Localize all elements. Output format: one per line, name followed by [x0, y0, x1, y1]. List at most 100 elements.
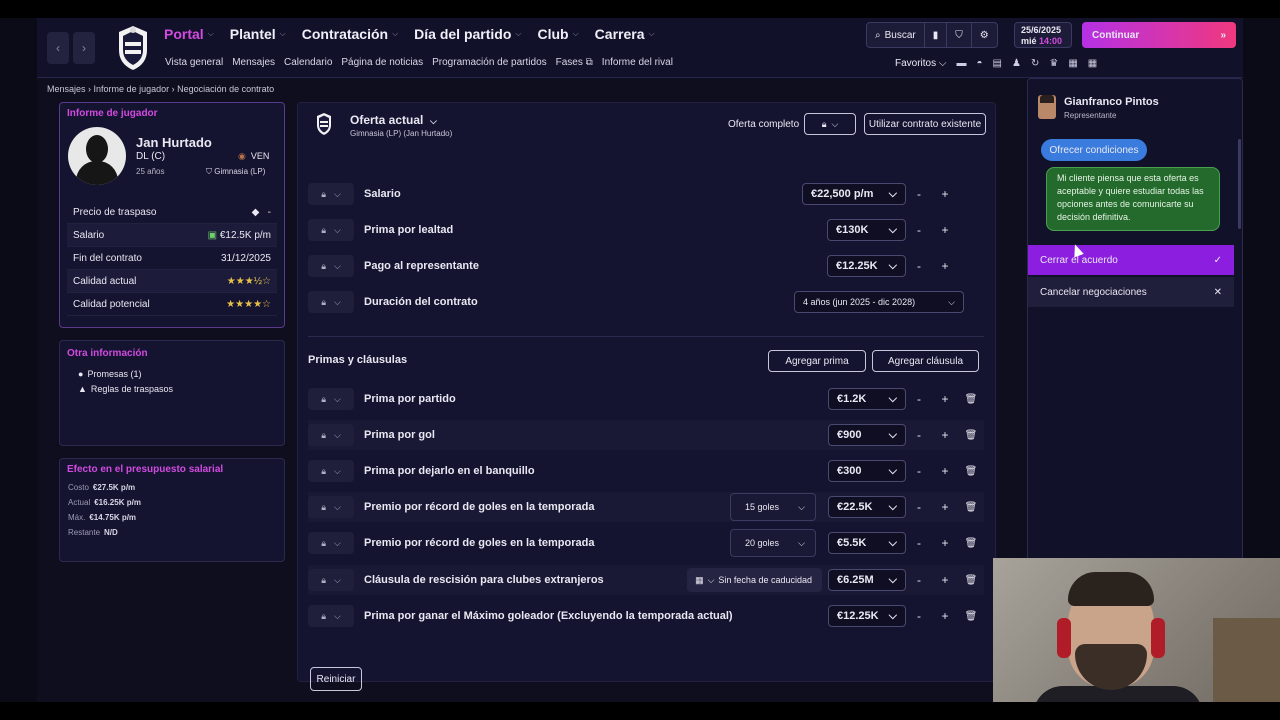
decrease-button[interactable]: - [906, 392, 932, 406]
bonus-value-select[interactable]: €300 ⌵ [828, 460, 906, 482]
decrease-button[interactable]: - [906, 609, 932, 623]
submenu-vista-general[interactable]: Vista general [165, 57, 223, 68]
menu-club[interactable]: Club ⌵ [537, 26, 578, 42]
submenu-calendario[interactable]: Calendario [284, 57, 332, 68]
lock-dropdown[interactable]: 🔒︎ ⌵ [308, 255, 354, 277]
bonus-value-select[interactable]: €1.2K ⌵ [828, 388, 906, 410]
decrease-button[interactable]: - [906, 536, 932, 550]
decrease-button[interactable]: - [906, 223, 932, 237]
salary-value-select[interactable]: €22,500 p/m ⌵ [802, 183, 906, 205]
bookmark-button[interactable]: ▮ [925, 23, 948, 47]
breadcrumb-mensajes[interactable]: Mensajes [47, 84, 86, 94]
decrease-button[interactable]: - [906, 428, 932, 442]
club-button[interactable]: ⛉ [947, 23, 972, 47]
offer-lock-dropdown[interactable]: 🔒︎ ⌵ [804, 113, 856, 135]
duration-select[interactable]: 4 años (jun 2025 - dic 2028) ⌵ [794, 291, 964, 313]
chat-scrollbar[interactable] [1238, 139, 1241, 229]
submenu-mensajes[interactable]: Mensajes [232, 57, 275, 68]
lock-dropdown[interactable]: 🔒︎ ⌵ [308, 291, 354, 313]
breadcrumb-informe[interactable]: Informe de jugador [94, 84, 170, 94]
loyalty-value-select[interactable]: €130K ⌵ [827, 219, 906, 241]
goals-threshold-select[interactable]: 20 goles ⌵ [730, 529, 816, 557]
menu-dia-del-partido[interactable]: Día del partido ⌵ [414, 26, 521, 42]
agent-name[interactable]: Gianfranco Pintos [1064, 96, 1159, 108]
lock-dropdown[interactable]: 🔒︎ ⌵ [308, 605, 354, 627]
increase-button[interactable]: + [932, 536, 958, 550]
submenu-fases[interactable]: Fases ⧉ [556, 57, 593, 68]
forward-button[interactable]: › [73, 32, 95, 64]
delete-bonus-button[interactable]: 🗑︎ [958, 394, 984, 405]
people-icon[interactable]: ♟ [1012, 58, 1021, 69]
menu-portal[interactable]: Portal ⌵ [164, 26, 214, 42]
bonus-value-select[interactable]: €5.5K ⌵ [828, 532, 906, 554]
delete-bonus-button[interactable]: 🗑︎ [958, 502, 984, 513]
delete-bonus-button[interactable]: 🗑︎ [958, 575, 984, 586]
expiry-date-select[interactable]: ▦ ⌵ Sin fecha de caducidad [687, 568, 822, 592]
lock-dropdown[interactable]: 🔒︎ ⌵ [308, 532, 354, 554]
close-deal-option[interactable]: Cerrar el acuerdo ✓ [1028, 245, 1234, 275]
increase-button[interactable]: + [932, 259, 958, 273]
add-clause-button[interactable]: Agregar cláusula [872, 350, 979, 372]
lock-dropdown[interactable]: 🔒︎ ⌵ [308, 496, 354, 518]
lock-dropdown[interactable]: 🔒︎ ⌵ [308, 569, 354, 591]
settings-button[interactable]: ⚙ [972, 23, 997, 47]
bonus-value-select[interactable]: €12.25K ⌵ [828, 605, 906, 627]
notes-icon[interactable]: ▤ [993, 58, 1002, 69]
chat-icon[interactable]: ▬ [957, 58, 967, 69]
increase-button[interactable]: + [932, 464, 958, 478]
player-avatar[interactable] [68, 127, 126, 185]
bonus-value-select[interactable]: €22.5K ⌵ [828, 496, 906, 518]
lock-dropdown[interactable]: 🔒︎ ⌵ [308, 460, 354, 482]
reset-button[interactable]: Reiniciar [310, 667, 362, 691]
increase-button[interactable]: + [932, 428, 958, 442]
decrease-button[interactable]: - [906, 464, 932, 478]
lock-dropdown[interactable]: 🔒︎ ⌵ [308, 183, 354, 205]
date-display[interactable]: 25/6/2025 mié 14:00 [1014, 22, 1072, 48]
delete-bonus-button[interactable]: 🗑︎ [958, 466, 984, 477]
search-button[interactable]: ⌕ Buscar [867, 23, 925, 47]
favorites-dropdown[interactable]: Favoritos ⌵ [895, 58, 947, 69]
goals-threshold-select[interactable]: 15 goles ⌵ [730, 493, 816, 521]
grid-icon[interactable]: ▦ [1088, 58, 1097, 69]
submenu-informe-del-rival[interactable]: Informe del rival [602, 57, 673, 68]
delete-bonus-button[interactable]: 🗑︎ [958, 538, 984, 549]
lock-dropdown[interactable]: 🔒︎ ⌵ [308, 219, 354, 241]
refresh-icon[interactable]: ↻ [1031, 58, 1039, 69]
lock-dropdown[interactable]: 🔒︎ ⌵ [308, 388, 354, 410]
club-crest-icon[interactable] [113, 24, 153, 72]
delete-bonus-button[interactable]: 🗑︎ [958, 611, 984, 622]
decrease-button[interactable]: - [906, 500, 932, 514]
decrease-button[interactable]: - [906, 573, 932, 587]
lock-dropdown[interactable]: 🔒︎ ⌵ [308, 424, 354, 446]
promises-item[interactable]: ● Promesas (1) [60, 364, 284, 379]
player-name[interactable]: Jan Hurtado [136, 135, 212, 150]
bonus-value-select[interactable]: €900 ⌵ [828, 424, 906, 446]
offer-title-dropdown[interactable]: Oferta actual ⌵ [350, 113, 437, 127]
bonus-value-select[interactable]: €6.25M ⌵ [828, 569, 906, 591]
decrease-button[interactable]: - [906, 187, 932, 201]
submenu-programacion-de-partidos[interactable]: Programación de partidos [432, 57, 547, 68]
increase-button[interactable]: + [932, 573, 958, 587]
continue-button[interactable]: Continuar » [1082, 22, 1236, 48]
increase-button[interactable]: + [932, 223, 958, 237]
cancel-negotiations-option[interactable]: Cancelar negociaciones ✕ [1028, 277, 1234, 307]
table-icon[interactable]: ▦ [1068, 58, 1077, 69]
increase-button[interactable]: + [932, 187, 958, 201]
increase-button[interactable]: + [932, 609, 958, 623]
agent-fee-value-select[interactable]: €12.25K ⌵ [827, 255, 906, 277]
submenu-pagina-de-noticias[interactable]: Página de noticias [341, 57, 423, 68]
increase-button[interactable]: + [932, 392, 958, 406]
add-bonus-button[interactable]: Agregar prima [768, 350, 866, 372]
increase-button[interactable]: + [932, 500, 958, 514]
menu-contratacion[interactable]: Contratación ⌵ [302, 26, 398, 42]
delete-bonus-button[interactable]: 🗑︎ [958, 430, 984, 441]
menu-carrera[interactable]: Carrera ⌵ [595, 26, 655, 42]
back-button[interactable]: ‹ [47, 32, 69, 64]
player-club[interactable]: ⛉ Gimnasia (LP) [206, 167, 265, 177]
menu-plantel[interactable]: Plantel ⌵ [230, 26, 286, 42]
decrease-button[interactable]: - [906, 259, 932, 273]
transfer-rules-item[interactable]: ▲ Reglas de traspasos [60, 379, 284, 394]
stadium-icon[interactable]: ◓ [977, 58, 983, 69]
trophy-icon[interactable]: ♛ [1049, 58, 1058, 69]
use-existing-contract-button[interactable]: Utilizar contrato existente [864, 113, 986, 135]
